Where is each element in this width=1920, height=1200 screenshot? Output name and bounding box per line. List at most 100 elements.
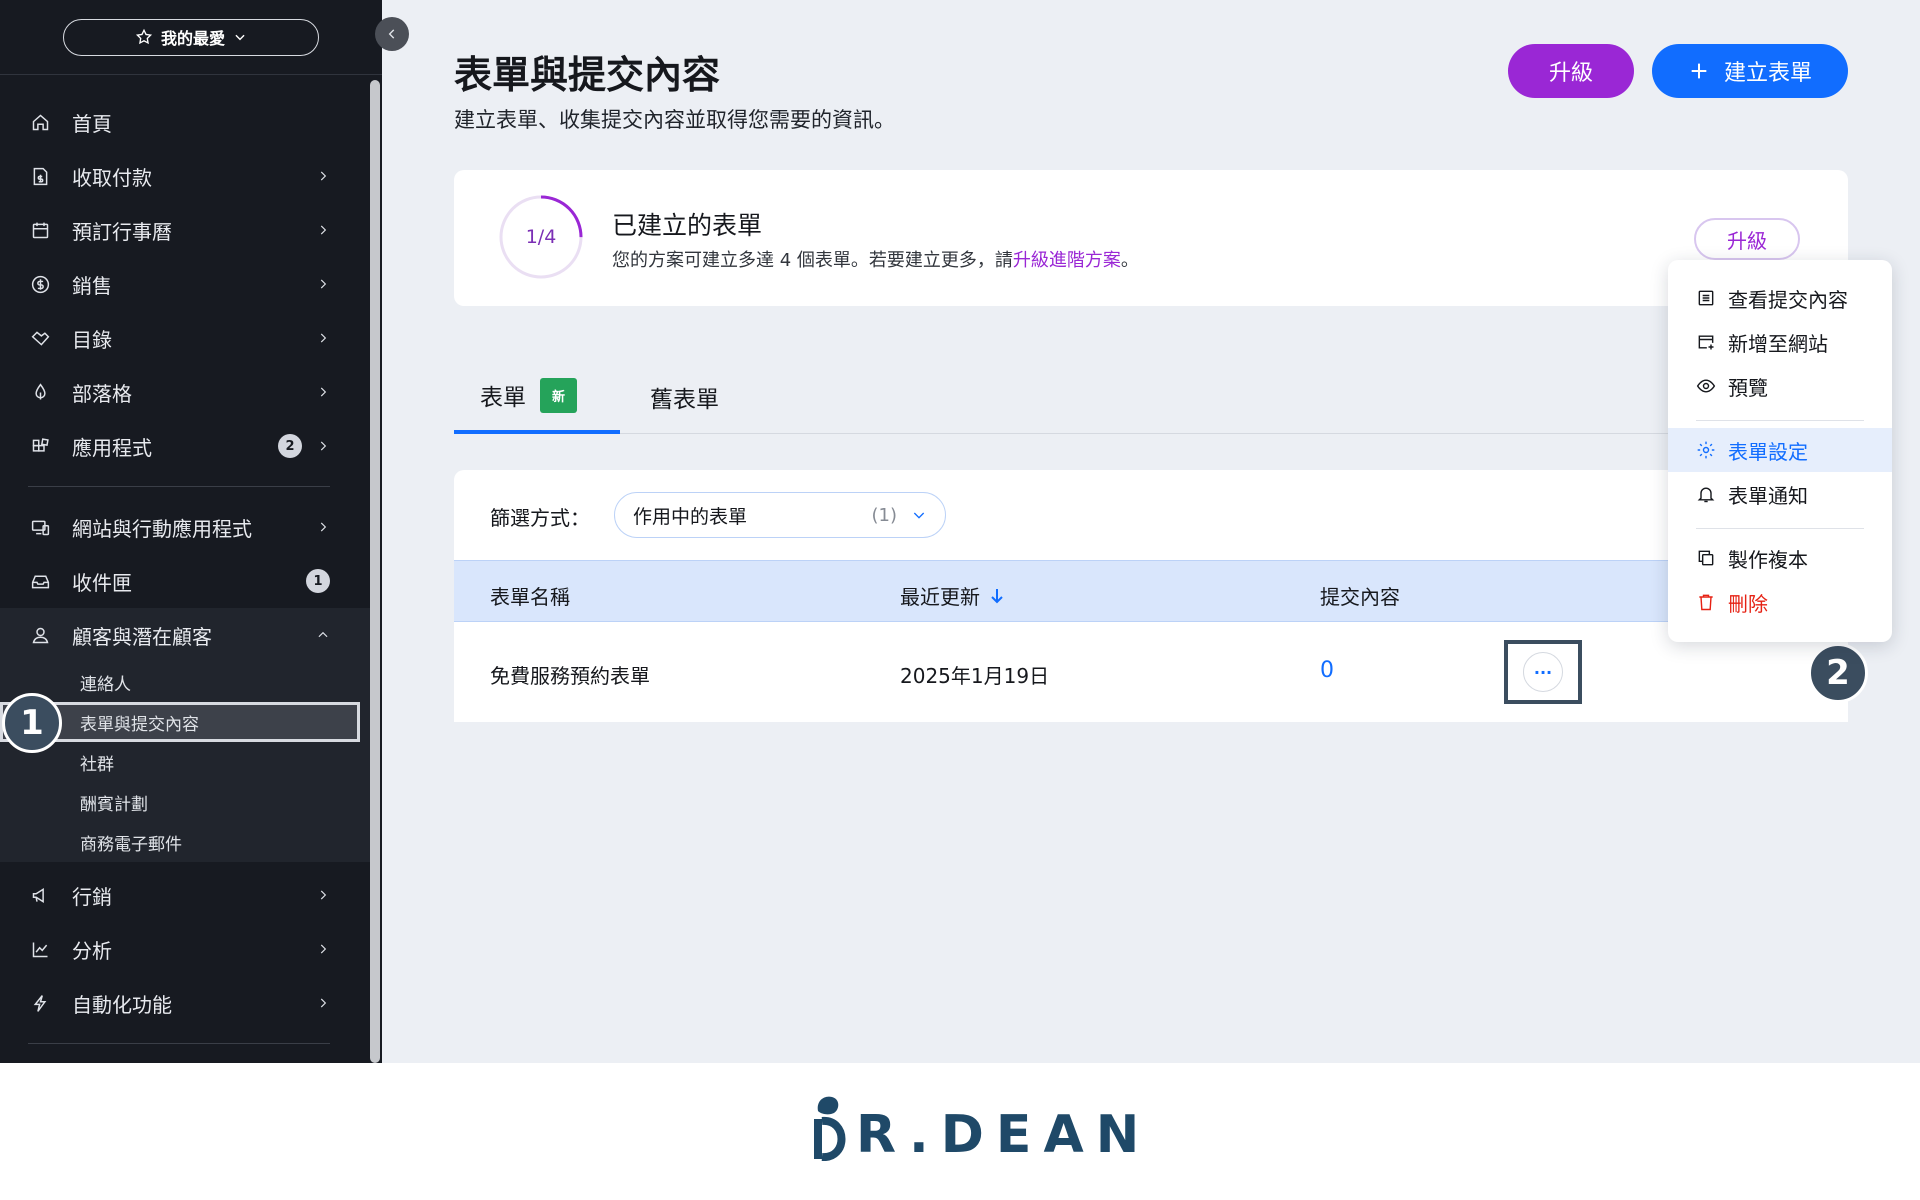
bell-icon	[1697, 487, 1715, 503]
tab-label: 表單	[480, 385, 526, 411]
sidebar-item-booking[interactable]: 預訂行事曆	[0, 203, 370, 257]
more-actions-button[interactable]: ···	[1523, 652, 1563, 692]
progress-label: 1/4	[525, 226, 557, 248]
column-header-submissions[interactable]: 提交內容	[1320, 581, 1400, 610]
upgrade-button[interactable]: 升級	[1508, 44, 1634, 98]
sidebar-subitem-business-email[interactable]: 商務電子郵件	[0, 822, 370, 862]
favorites-button[interactable]: 我的最愛	[63, 18, 319, 56]
new-badge: 新	[540, 377, 578, 413]
column-header-updated[interactable]: 最近更新	[900, 581, 1004, 610]
chevron-right-icon	[320, 171, 327, 181]
form-name-cell[interactable]: 免費服務預約表單	[490, 660, 650, 689]
more-actions-highlight: ···	[1504, 640, 1582, 704]
menu-item-add-to-site[interactable]: 新增至網站	[1668, 320, 1892, 364]
step-marker-2: 2	[1808, 643, 1868, 703]
sidebar-item-label: 部落格	[72, 381, 132, 406]
collapse-sidebar-button[interactable]	[375, 17, 409, 51]
tab-old-forms[interactable]: 舊表單	[650, 360, 719, 434]
chevron-up-icon	[318, 631, 328, 638]
sidebar-item-label: 收取付款	[72, 165, 152, 190]
chevron-right-icon	[320, 944, 327, 954]
sidebar-subitem-contacts[interactable]: 連絡人	[0, 662, 370, 702]
sidebar: 我的最愛 首頁 收取付款 預訂行事曆 銷售 目錄 部落格 應用程式 2 網站與行…	[0, 0, 382, 1063]
logo-head-icon	[814, 1096, 846, 1161]
sidebar-subitem-loyalty[interactable]: 酬賓計劃	[0, 782, 370, 822]
sidebar-item-site-and-app[interactable]: 網站與行動應用程式	[0, 500, 370, 554]
filter-label: 篩選方式：	[490, 506, 590, 530]
watermark-footer: R.DEAN	[0, 1063, 1920, 1200]
sidebar-item-label: 行銷	[72, 884, 112, 909]
sidebar-item-label: 目錄	[72, 327, 112, 352]
sidebar-item-payments[interactable]: 收取付款	[0, 149, 370, 203]
sidebar-item-label: 收件匣	[72, 570, 132, 595]
forms-quota-card: 1/4 已建立的表單 您的方案可建立多達 4 個表單。若要建立更多，請升級進階方…	[454, 170, 1848, 306]
upgrade-plan-link[interactable]: 升級進階方案	[1013, 250, 1121, 271]
sidebar-item-marketing[interactable]: 行銷	[0, 868, 370, 922]
page-subtitle: 建立表單、收集提交內容並取得您需要的資訊。	[454, 108, 895, 132]
create-form-label: 建立表單	[1723, 61, 1812, 86]
eye-icon	[1696, 379, 1716, 393]
sidebar-item-blog[interactable]: 部落格	[0, 365, 370, 419]
home-icon	[28, 110, 52, 134]
forms-table-card: 篩選方式： 作用中的表單 (1) 表單名稱 最近更新 提交內容 免費服務預約表單…	[454, 470, 1848, 722]
sidebar-item-label: 應用程式	[72, 435, 152, 460]
quota-text-end: 。	[1120, 250, 1139, 271]
dollar-icon	[28, 272, 52, 296]
sidebar-divider	[28, 486, 330, 487]
menu-item-duplicate[interactable]: 製作複本	[1668, 536, 1892, 580]
pen-icon	[28, 380, 52, 404]
sidebar-subitem-label: 酬賓計劃	[80, 794, 148, 815]
menu-item-preview[interactable]: 預覽	[1668, 364, 1892, 408]
count-badge: 2	[278, 434, 302, 458]
devices-icon	[28, 515, 52, 539]
copy-icon	[1698, 550, 1714, 566]
sidebar-scrollbar[interactable]	[370, 80, 380, 1063]
chevron-right-icon	[320, 279, 327, 289]
quota-upgrade-button[interactable]: 升級	[1694, 218, 1800, 260]
star-icon	[135, 28, 153, 45]
tab-label: 舊表單	[650, 387, 719, 413]
sidebar-subitem-label: 表單與提交內容	[80, 714, 199, 735]
logo-text: R.DEAN	[856, 1105, 1152, 1165]
chart-icon	[28, 937, 52, 961]
sidebar-item-catalog[interactable]: 目錄	[0, 311, 370, 365]
column-header-label: 表單名稱	[490, 585, 570, 609]
sidebar-item-label: 分析	[72, 938, 112, 963]
menu-item-form-settings[interactable]: 表單設定	[1668, 428, 1892, 472]
column-header-label: 最近更新	[900, 585, 980, 609]
menu-item-delete[interactable]: 刪除	[1668, 580, 1892, 624]
tab-forms[interactable]: 表單 新	[454, 360, 620, 434]
chevron-right-icon	[320, 387, 327, 397]
sidebar-item-analytics[interactable]: 分析	[0, 922, 370, 976]
menu-item-label: 刪除	[1728, 591, 1768, 616]
plus-icon	[1691, 63, 1707, 79]
table-header: 表單名稱 最近更新 提交內容	[454, 560, 1848, 622]
menu-item-view-submissions[interactable]: 查看提交內容	[1668, 276, 1892, 320]
table-row[interactable]: 免費服務預約表單 2025年1月19日 0 ···	[454, 622, 1848, 722]
sidebar-item-automations[interactable]: 自動化功能	[0, 976, 370, 1030]
sidebar-item-customers[interactable]: 顧客與潛在顧客	[0, 608, 370, 662]
sidebar-subitem-label: 連絡人	[80, 674, 131, 695]
chevron-right-icon	[320, 522, 327, 532]
chevron-right-icon	[320, 333, 327, 343]
sidebar-item-apps[interactable]: 應用程式 2	[0, 419, 370, 473]
submissions-count-link[interactable]: 0	[1320, 658, 1334, 683]
sidebar-subitem-label: 商務電子郵件	[80, 834, 182, 855]
sidebar-item-label: 網站與行動應用程式	[72, 516, 252, 541]
column-header-name[interactable]: 表單名稱	[490, 581, 570, 610]
menu-item-form-notifications[interactable]: 表單通知	[1668, 472, 1892, 516]
menu-separator	[1696, 420, 1864, 421]
filter-dropdown[interactable]: 作用中的表單 (1)	[614, 492, 946, 538]
filter-count: (1)	[871, 504, 898, 526]
sidebar-item-inbox[interactable]: 收件匣 1	[0, 554, 370, 608]
sidebar-item-sales[interactable]: 銷售	[0, 257, 370, 311]
favorites-bar: 我的最愛	[0, 0, 382, 75]
apps-icon	[28, 434, 52, 458]
sidebar-subitem-community[interactable]: 社群	[0, 742, 370, 782]
updated-cell: 2025年1月19日	[900, 664, 1050, 688]
create-form-button[interactable]: 建立表單	[1652, 44, 1848, 98]
menu-item-label: 預覽	[1728, 375, 1768, 400]
chevron-right-icon	[320, 998, 327, 1008]
sidebar-item-home[interactable]: 首頁	[0, 95, 370, 149]
quota-description: 您的方案可建立多達 4 個表單。若要建立更多，請升級進階方案。	[612, 246, 1139, 272]
